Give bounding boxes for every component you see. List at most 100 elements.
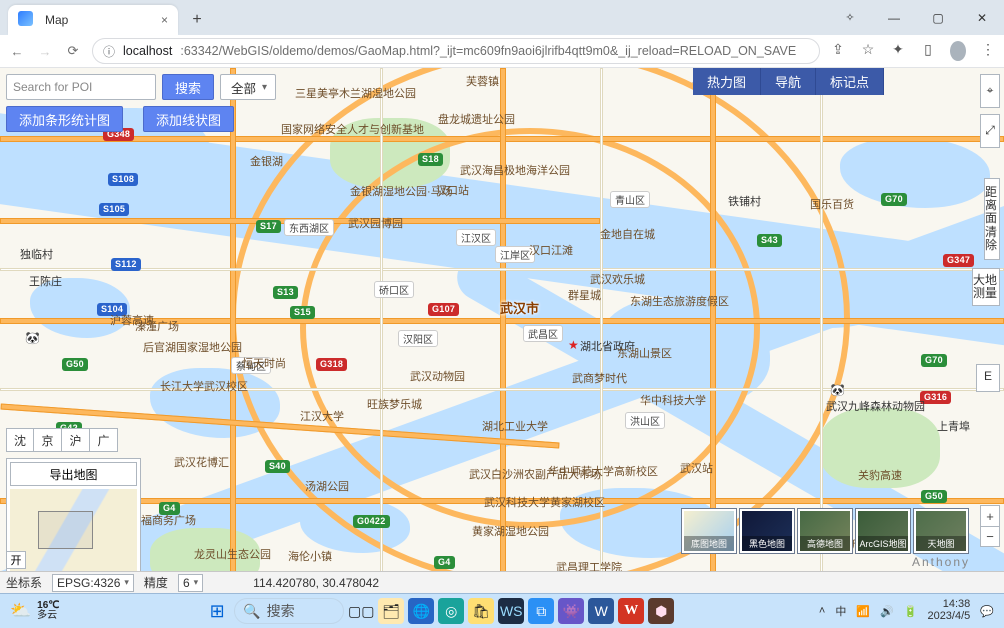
shield-g4b: G4 <box>434 556 455 569</box>
nav-back-icon[interactable]: ← <box>8 44 26 59</box>
tray-volume-icon[interactable]: 🔊 <box>880 605 894 618</box>
zoom-controls: + − <box>980 505 1000 547</box>
search-input[interactable]: Search for POI <box>6 74 156 100</box>
place-label: 王陈庄 <box>29 273 62 289</box>
tab-favicon <box>18 11 33 26</box>
address-bar[interactable]: ⓘ localhost :63342/WebGIS/oldemo/demos/G… <box>92 38 820 64</box>
tray-wifi-icon[interactable]: 📶 <box>856 605 870 618</box>
zoom-out-button[interactable]: − <box>981 526 999 546</box>
share-icon[interactable]: ⇪ <box>830 41 846 61</box>
zoo-icon: 🐼 <box>830 383 845 397</box>
weather-widget[interactable]: ⛅ 16℃ 多云 <box>10 601 60 621</box>
close-tab-icon[interactable]: × <box>161 13 168 27</box>
shield-s43: S43 <box>757 234 782 247</box>
tray-ime[interactable]: 中 <box>835 603 846 619</box>
shield-g70b: G70 <box>921 354 947 367</box>
window-unknown-icon[interactable]: ✧ <box>828 0 872 35</box>
city-beijing[interactable]: 京 <box>34 428 62 452</box>
extensions-icon[interactable]: ✦ <box>890 41 906 61</box>
precision-input[interactable]: 6 <box>178 574 203 592</box>
taskbar-app-wps[interactable]: W <box>618 598 644 624</box>
window-maximize-icon[interactable]: ▢ <box>916 0 960 35</box>
basemap-option[interactable]: ArcGIS地图 <box>856 509 910 553</box>
map-viewport[interactable]: G348 G318 G107 G347 G316 S108 S105 S104 … <box>0 68 1004 593</box>
window-minimize-icon[interactable]: — <box>872 0 916 35</box>
tray-notifications-icon[interactable]: 💬 <box>980 605 994 618</box>
export-panel: 导出地图 <box>6 458 141 583</box>
poi-label: 东湖生态旅游度假区 <box>630 293 729 309</box>
street <box>380 68 383 588</box>
taskbar-app-store[interactable]: 🛍 <box>468 598 494 624</box>
toolbar-right-icons: ⇪ ☆ ✦ ▯ ⋮ <box>830 41 996 61</box>
start-button[interactable]: ⊞ <box>204 598 230 624</box>
basemap-option[interactable]: 天地图 <box>914 509 968 553</box>
nav-nav[interactable]: 导航 <box>761 68 816 95</box>
taskbar-app-vscode[interactable]: ⧉ <box>528 598 554 624</box>
distance-clear-button[interactable]: 距离面清除 <box>984 178 1000 260</box>
poi-label: 武汉花博汇 <box>174 454 229 470</box>
crs-select[interactable]: EPSG:4326 <box>52 574 134 592</box>
district-label: 青山区 <box>610 191 650 208</box>
weather-icon: ⛅ <box>10 601 31 621</box>
taskbar-app-discord[interactable]: 👾 <box>558 598 584 624</box>
nav-forward-icon[interactable]: → <box>36 44 54 59</box>
tray-clock[interactable]: 14:38 2023/4/5 <box>927 599 970 622</box>
add-line-chart-button[interactable]: 添加线状图 <box>143 106 234 132</box>
taskbar-app-chrome[interactable]: ◎ <box>438 598 464 624</box>
search-button[interactable]: 搜索 <box>162 74 214 100</box>
shield-g347: G347 <box>943 254 974 267</box>
new-tab-button[interactable]: + <box>184 7 210 33</box>
profile-avatar[interactable] <box>950 41 966 61</box>
tray-chevron-icon[interactable]: ˄ <box>819 605 825 617</box>
city-shenyang[interactable]: 沈 <box>6 428 34 452</box>
taskbar-search[interactable]: 🔍 搜索 <box>234 598 344 624</box>
bookmark-icon[interactable]: ☆ <box>860 41 876 61</box>
place-label: 上青埠 <box>937 418 970 434</box>
basemap-option[interactable]: 黑色地图 <box>740 509 794 553</box>
city-shanghai[interactable]: 沪 <box>62 428 90 452</box>
poi-label: 金银湖 <box>250 153 283 169</box>
category-dropdown[interactable]: 全部 <box>220 74 276 100</box>
poi-label: 后官湖国家湿地公园 <box>143 339 242 355</box>
place-label: 独临村 <box>20 246 53 262</box>
fullscreen-button[interactable]: ⤢ <box>980 114 1000 148</box>
browser-toolbar: ← → ⟳ ⓘ localhost :63342/WebGIS/oldemo/d… <box>0 35 1004 68</box>
add-bar-chart-button[interactable]: 添加条形统计图 <box>6 106 123 132</box>
zoo-icon: 🐼 <box>25 331 40 345</box>
crs-label: 坐标系 <box>6 574 42 591</box>
panel-icon[interactable]: ▯ <box>920 41 936 61</box>
geodesic-button[interactable]: 大地测量 <box>972 268 1000 306</box>
shield-g50b: G50 <box>921 490 947 503</box>
compass-north-button[interactable]: ⌖ <box>980 74 1000 108</box>
nav-marker[interactable]: 标记点 <box>816 68 884 95</box>
browser-tab-active[interactable]: Map × <box>8 5 178 35</box>
tab-title: Map <box>45 13 68 27</box>
basemap-option[interactable]: 高德地图 <box>798 509 852 553</box>
overview-map[interactable] <box>10 489 137 579</box>
poi-label: 武汉动物园 <box>410 368 465 384</box>
task-view-icon[interactable]: ▢▢ <box>348 598 374 624</box>
zoom-in-button[interactable]: + <box>981 506 999 526</box>
taskbar-app-webstorm[interactable]: WS <box>498 598 524 624</box>
nav-reload-icon[interactable]: ⟳ <box>64 43 82 59</box>
shield-g0422: G0422 <box>353 515 390 528</box>
taskbar-app-edge[interactable]: 🌐 <box>408 598 434 624</box>
poi-label: 武汉九峰森林动物园 <box>826 398 925 414</box>
tray-battery-icon[interactable]: 🔋 <box>904 605 918 618</box>
site-info-icon[interactable]: ⓘ <box>103 43 115 60</box>
taskbar-app-misc[interactable]: ⬢ <box>648 598 674 624</box>
city-shortcut-buttons: 沈 京 沪 广 <box>6 428 118 452</box>
poi-label: 盘龙城遗址公园 <box>438 111 515 127</box>
overview-toggle[interactable]: 开 <box>6 551 26 569</box>
nav-heatmap[interactable]: 热力图 <box>693 68 761 95</box>
taskbar-app-explorer[interactable]: 🗂 <box>378 598 404 624</box>
export-map-button[interactable]: 导出地图 <box>10 462 137 486</box>
menu-icon[interactable]: ⋮ <box>980 41 996 61</box>
overview-viewport[interactable] <box>38 511 93 549</box>
basemap-option[interactable]: 底图地图 <box>682 509 736 553</box>
taskbar-app-word[interactable]: W <box>588 598 614 624</box>
compass-east-button[interactable]: E <box>976 364 1000 392</box>
shield-g70: G70 <box>881 193 907 206</box>
window-close-icon[interactable]: ✕ <box>960 0 1004 35</box>
city-guangzhou[interactable]: 广 <box>90 428 118 452</box>
